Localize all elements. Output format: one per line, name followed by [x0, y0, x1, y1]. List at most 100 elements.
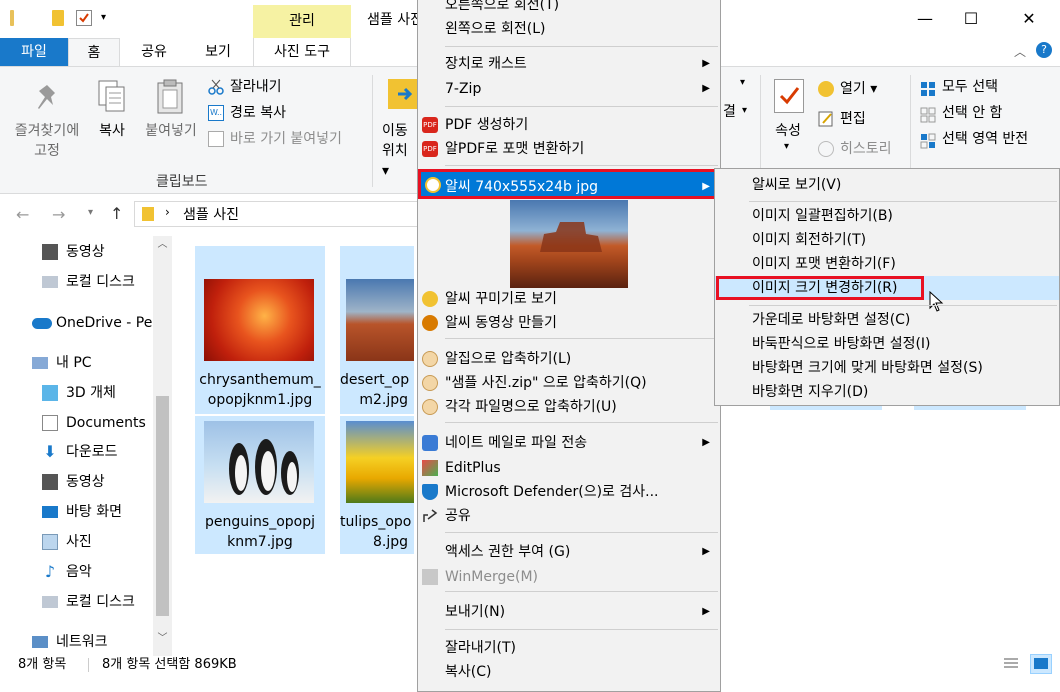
download-icon: ⬇: [43, 442, 57, 461]
nav-item-documents[interactable]: Documents: [0, 410, 153, 436]
menu-item-7zip[interactable]: 7-Zip ▶: [418, 77, 720, 101]
nav-item-this-pc[interactable]: 내 PC: [0, 350, 153, 376]
alsee-icon: [425, 177, 441, 193]
music-icon: ♪: [44, 562, 56, 581]
submenu-item-center-wallpaper[interactable]: 가운데로 바탕화면 설정(C): [715, 308, 1059, 332]
menu-item-send-to[interactable]: 보내기(N) ▶: [418, 600, 720, 624]
menu-item-rotate-right[interactable]: 오른쪽으로 회전(T): [418, 0, 720, 17]
file-item[interactable]: chrysanthemum_ opopjknm1.jpg: [195, 246, 325, 414]
menu-item-create-pdf[interactable]: PDF PDF 생성하기: [418, 113, 720, 137]
forward-icon[interactable]: →: [52, 205, 65, 224]
menu-item-nate-mail[interactable]: 네이트 메일로 파일 전송 ▶: [418, 431, 720, 455]
folder-icon[interactable]: [52, 10, 64, 26]
properties-quick-icon[interactable]: [76, 10, 92, 26]
menu-item-winmerge[interactable]: WinMerge(M): [418, 565, 720, 589]
file-item[interactable]: penguins_opopj knm7.jpg: [195, 416, 325, 554]
tab-picture-tools[interactable]: 사진 도구: [253, 38, 351, 66]
submenu-item-convert-format[interactable]: 이미지 포맷 변환하기(F): [715, 252, 1059, 276]
ribbon-collapse-icon[interactable]: ︿: [1014, 43, 1026, 60]
close-button[interactable]: ✕: [1006, 0, 1052, 38]
nav-item-desktop[interactable]: 바탕 화면: [0, 499, 153, 525]
details-view-icon[interactable]: [1002, 656, 1020, 672]
dropdown-arrow-icon[interactable]: ▾: [740, 77, 745, 88]
menu-item-compress-each[interactable]: 각각 파일명으로 압축하기(U): [418, 395, 720, 419]
nav-item-local-disk-pc[interactable]: 로컬 디스크: [0, 589, 153, 615]
file-item[interactable]: desert_op m2.jpg: [340, 246, 414, 414]
scrollbar-thumb[interactable]: [156, 396, 169, 616]
edit-button[interactable]: 편집: [840, 107, 866, 131]
nav-item-music[interactable]: ♪ 음악: [0, 559, 153, 585]
status-divider: [88, 658, 89, 672]
editplus-icon: [422, 460, 438, 476]
menu-item-alsee-decorate[interactable]: 알씨 꾸미기로 보기: [418, 287, 720, 311]
menu-item-give-access[interactable]: 액세스 권한 부여 (G) ▶: [418, 540, 720, 564]
breadcrumb-current[interactable]: 샘플 사진: [183, 204, 239, 224]
quick-access-dropdown-icon[interactable]: ▾: [101, 12, 106, 23]
nav-item-3d-objects[interactable]: 3D 개체: [0, 380, 153, 406]
submenu-item-clear-wallpaper[interactable]: 바탕화면 지우기(D): [715, 380, 1059, 404]
submenu-item-tile-wallpaper[interactable]: 바둑판식으로 바탕화면 설정(I): [715, 332, 1059, 356]
nav-item-videos[interactable]: 동영상: [0, 239, 153, 265]
tab-file[interactable]: 파일: [0, 38, 68, 66]
cut-button[interactable]: 잘라내기: [230, 75, 282, 99]
nav-item-network[interactable]: 네트워크: [0, 629, 153, 655]
contextual-tab-manage[interactable]: 관리: [253, 5, 351, 38]
properties-dropdown-icon[interactable]: ▾: [784, 141, 789, 152]
large-icons-view-icon[interactable]: [1030, 654, 1052, 674]
select-all-icon: [920, 81, 936, 97]
tab-share[interactable]: 공유: [128, 38, 180, 66]
dropdown-arrow-icon[interactable]: ▾: [742, 105, 747, 116]
menu-item-compress-to-zip[interactable]: "샘플 사진.zip" 으로 압축하기(Q): [418, 371, 720, 395]
menu-item-defender-scan[interactable]: Microsoft Defender(으)로 검사...: [418, 480, 720, 504]
up-icon[interactable]: ↑: [110, 204, 123, 223]
menu-item-share[interactable]: 공유: [418, 504, 720, 528]
path-box[interactable]: › 샘플 사진: [134, 201, 420, 227]
pin-to-quick-access-button[interactable]: 즐겨찾기에 고정: [4, 121, 90, 161]
submenu-item-batch-edit[interactable]: 이미지 일괄편집하기(B): [715, 204, 1059, 228]
nav-item-pictures[interactable]: 사진: [0, 529, 153, 555]
move-to-button[interactable]: 이동 위치 ▾: [372, 121, 418, 181]
paste-shortcut-button[interactable]: 바로 가기 붙여넣기: [230, 127, 342, 151]
scroll-down-icon[interactable]: ﹀: [153, 630, 172, 647]
history-button[interactable]: 히스토리: [840, 137, 892, 161]
submenu-item-rotate[interactable]: 이미지 회전하기(T): [715, 228, 1059, 252]
nav-scrollbar[interactable]: ︿ ﹀: [153, 236, 172, 656]
help-icon[interactable]: ?: [1036, 42, 1052, 58]
maximize-button[interactable]: ☐: [948, 0, 994, 38]
paste-button[interactable]: 붙여넣기: [138, 121, 204, 141]
copy-path-button[interactable]: 경로 복사: [230, 101, 286, 125]
menu-item-cast-to-device[interactable]: 장치로 캐스트 ▶: [418, 52, 720, 76]
tab-home[interactable]: 홈: [68, 38, 120, 66]
select-none-button[interactable]: 선택 안 함: [942, 101, 1002, 125]
submenu-item-resize[interactable]: 이미지 크기 변경하기(R): [715, 276, 1059, 300]
properties-button[interactable]: 속성: [768, 121, 808, 141]
select-all-button[interactable]: 모두 선택: [942, 75, 998, 99]
nav-item-downloads[interactable]: ⬇ 다운로드: [0, 439, 153, 465]
menu-item-copy[interactable]: 복사(C): [418, 660, 720, 684]
menu-item-alpdf-convert[interactable]: PDF 알PDF로 포맷 변환하기: [418, 137, 720, 161]
menu-item-label: 알씨 동영상 만들기: [445, 315, 557, 331]
scroll-up-icon[interactable]: ︿: [153, 236, 172, 253]
nav-item-onedrive[interactable]: OneDrive - Pe: [0, 310, 153, 336]
back-icon[interactable]: ←: [16, 205, 29, 224]
file-item[interactable]: tulips_opo 8.jpg: [340, 416, 414, 554]
invert-selection-button[interactable]: 선택 영역 반전: [942, 127, 1028, 151]
submenu-item-fit-wallpaper[interactable]: 바탕화면 크기에 맞게 바탕화면 설정(S): [715, 356, 1059, 380]
tab-view[interactable]: 보기: [190, 38, 246, 66]
nav-item-local-disk[interactable]: 로컬 디스크: [0, 269, 153, 295]
menu-item-editplus[interactable]: EditPlus: [418, 456, 720, 480]
menu-item-alsee-video[interactable]: 알씨 동영상 만들기: [418, 311, 720, 335]
menu-item-cut[interactable]: 잘라내기(T): [418, 636, 720, 660]
copy-button[interactable]: 복사: [88, 121, 136, 141]
menu-item-alzip-compress[interactable]: 알집으로 압축하기(L): [418, 347, 720, 371]
open-button[interactable]: 열기 ▾: [840, 77, 877, 101]
minimize-button[interactable]: —: [902, 0, 948, 38]
recent-dropdown-icon[interactable]: ▾: [88, 207, 93, 218]
submenu-arrow-icon: ▶: [702, 437, 710, 448]
menu-item-alsee[interactable]: 알씨 740x555x24b jpg ▶: [418, 169, 720, 199]
menu-item-rotate-left[interactable]: 왼쪽으로 회전(L): [418, 17, 720, 41]
nav-item-videos-pc[interactable]: 동영상: [0, 469, 153, 495]
submenu-item-view-in-alsee[interactable]: 알씨로 보기(V): [715, 173, 1059, 197]
menu-item-label: 알PDF로 포맷 변환하기: [445, 141, 585, 157]
breadcrumb-chevron-icon[interactable]: ›: [165, 205, 170, 219]
